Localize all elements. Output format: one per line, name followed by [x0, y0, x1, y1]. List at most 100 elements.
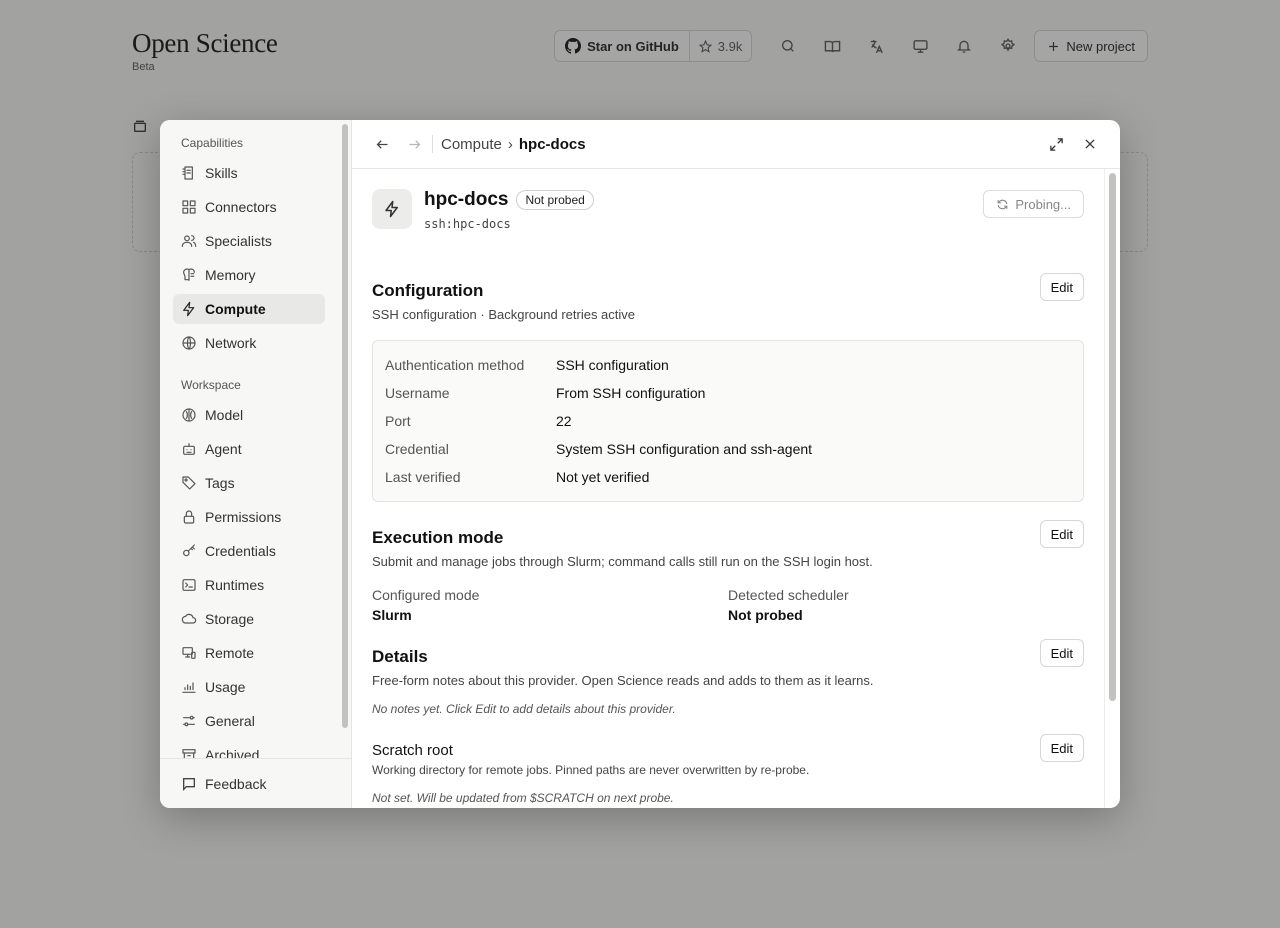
sidebar-item-label: Runtimes [205, 577, 265, 593]
provider-id: ssh:hpc-docs [424, 217, 511, 231]
config-row: Credential System SSH configuration and s… [385, 435, 1071, 463]
sidebar-item-remote[interactable]: Remote [173, 638, 325, 668]
configuration-section: Configuration SSH configuration · Backgr… [372, 273, 1084, 502]
panel-header: Compute › hpc-docs [352, 120, 1120, 169]
sidebar-item-network[interactable]: Network [173, 328, 325, 358]
sidebar-item-tags[interactable]: Tags [173, 468, 325, 498]
network-icon [182, 336, 196, 350]
configured-mode: Configured mode Slurm [372, 587, 728, 623]
connectors-icon [182, 200, 196, 214]
execution-mode-values: Configured mode Slurm Detected scheduler… [372, 587, 1084, 623]
sidebar-item-label: Permissions [205, 509, 282, 525]
execution-mode-edit-button[interactable]: Edit [1039, 520, 1084, 548]
config-key: Username [385, 385, 450, 401]
config-key: Credential [385, 441, 449, 457]
configured-mode-label: Configured mode [372, 587, 480, 603]
sliders-icon [183, 715, 195, 727]
header-divider [432, 135, 433, 153]
configured-mode-value: Slurm [372, 607, 412, 623]
execution-mode-title: Execution mode [372, 528, 504, 547]
close-button[interactable] [1074, 129, 1106, 159]
close-icon [1085, 139, 1095, 149]
usage-icon [182, 682, 196, 693]
execution-mode-description: Submit and manage jobs through Slurm; co… [372, 554, 873, 569]
provider-title-block: hpc-docs Not probed ssh:hpc-docs [424, 189, 594, 231]
breadcrumb-current: hpc-docs [518, 135, 586, 153]
cloud-icon [181, 613, 197, 624]
provider-detail-panel: Compute › hpc-docs hpc-docs Not probed s… [352, 120, 1120, 808]
config-key: Authentication method [385, 357, 525, 373]
sidebar-item-runtimes[interactable]: Runtimes [173, 570, 325, 600]
detected-scheduler-label: Detected scheduler [728, 587, 849, 603]
sidebar-scroll-area: Capabilities Skills Connectors Specialists… [160, 120, 337, 758]
sidebar-item-label: Agent [205, 441, 242, 457]
sidebar-item-label: Storage [205, 611, 255, 627]
config-value: Not yet verified [556, 469, 650, 485]
sidebar-scrollbar-track[interactable] [339, 120, 351, 758]
skills-icon [182, 166, 193, 180]
config-key: Last verified [385, 469, 461, 485]
breadcrumb-compute[interactable]: Compute [441, 136, 502, 153]
back-button[interactable] [366, 129, 398, 159]
provider-name-row: hpc-docs Not probed [424, 189, 594, 211]
execution-mode-section: Execution mode Submit and manage jobs th… [372, 520, 1084, 623]
configuration-description: SSH configuration · Background retries a… [372, 307, 636, 322]
settings-modal: Capabilities Skills Connectors Specialists… [160, 120, 1120, 808]
sidebar-item-model[interactable]: Model [173, 400, 325, 430]
agent-icon [183, 443, 195, 455]
arrow-left-icon [376, 139, 387, 149]
sidebar-item-general[interactable]: General [173, 706, 325, 736]
sidebar-item-label: Memory [205, 267, 256, 283]
sidebar-item-permissions[interactable]: Permissions [173, 502, 325, 532]
expand-icon [1049, 137, 1063, 151]
archive-icon [182, 749, 196, 758]
memory-icon [183, 268, 195, 281]
configuration-edit-button[interactable]: Edit [1039, 273, 1084, 301]
content-scrollbar-thumb[interactable] [1109, 173, 1116, 701]
sidebar-item-memory[interactable]: Memory [173, 260, 325, 290]
sidebar-item-label: Connectors [205, 199, 277, 215]
sidebar-item-specialists[interactable]: Specialists [173, 226, 325, 256]
sidebar-item-label: Usage [205, 679, 246, 695]
message-icon [183, 777, 195, 791]
probe-button[interactable]: Probing... [983, 190, 1084, 218]
remote-icon [182, 647, 196, 659]
sidebar-item-credentials[interactable]: Credentials [173, 536, 325, 566]
sidebar-item-skills[interactable]: Skills [173, 158, 325, 188]
scratch-root-edit-button[interactable]: Edit [1039, 734, 1084, 762]
sidebar-item-label: Tags [205, 475, 235, 491]
sidebar-item-agent[interactable]: Agent [173, 434, 325, 464]
sidebar-item-usage[interactable]: Usage [173, 672, 325, 702]
status-badge: Not probed [516, 190, 594, 210]
sidebar-item-label: Archived [205, 747, 260, 758]
details-section: Details Free-form notes about this provi… [372, 639, 1084, 716]
sidebar-scrollbar-thumb[interactable] [342, 124, 348, 728]
sidebar-item-label: Specialists [205, 233, 272, 249]
sidebar-item-label: Compute [205, 301, 266, 317]
configuration-table: Authentication method SSH configuration Us… [372, 340, 1084, 502]
arrow-right-icon [409, 139, 420, 149]
sidebar-item-compute[interactable]: Compute [173, 294, 325, 324]
compute-icon [183, 301, 195, 317]
details-description: Free-form notes about this provider. Ope… [372, 673, 874, 688]
expand-button[interactable] [1040, 129, 1072, 159]
details-note: No notes yet. Click Edit to add details … [372, 702, 676, 716]
config-value: 22 [556, 413, 572, 429]
sidebar-item-archived[interactable]: Archived [173, 740, 325, 758]
scratch-root-title: Scratch root [372, 742, 453, 759]
sidebar-item-storage[interactable]: Storage [173, 604, 325, 634]
sidebar-item-label: Remote [205, 645, 255, 661]
feedback-button[interactable]: Feedback [160, 758, 351, 808]
details-edit-button[interactable]: Edit [1039, 639, 1084, 667]
panel-content: hpc-docs Not probed ssh:hpc-docs Probing… [352, 169, 1104, 808]
refresh-icon [997, 199, 1008, 209]
sidebar-workspace-list: Model Agent Tags Permissions Credentials Runt… [173, 400, 325, 758]
model-icon [182, 408, 196, 422]
config-row: Port 22 [385, 407, 1071, 435]
sidebar-item-label: General [205, 713, 255, 729]
sidebar-item-connectors[interactable]: Connectors [173, 192, 325, 222]
config-row: Last verified Not yet verified [385, 463, 1071, 491]
scratch-root-note: Not set. Will be updated from $SCRATCH o… [372, 791, 674, 805]
forward-button[interactable] [398, 129, 430, 159]
config-value: SSH configuration [556, 357, 669, 373]
